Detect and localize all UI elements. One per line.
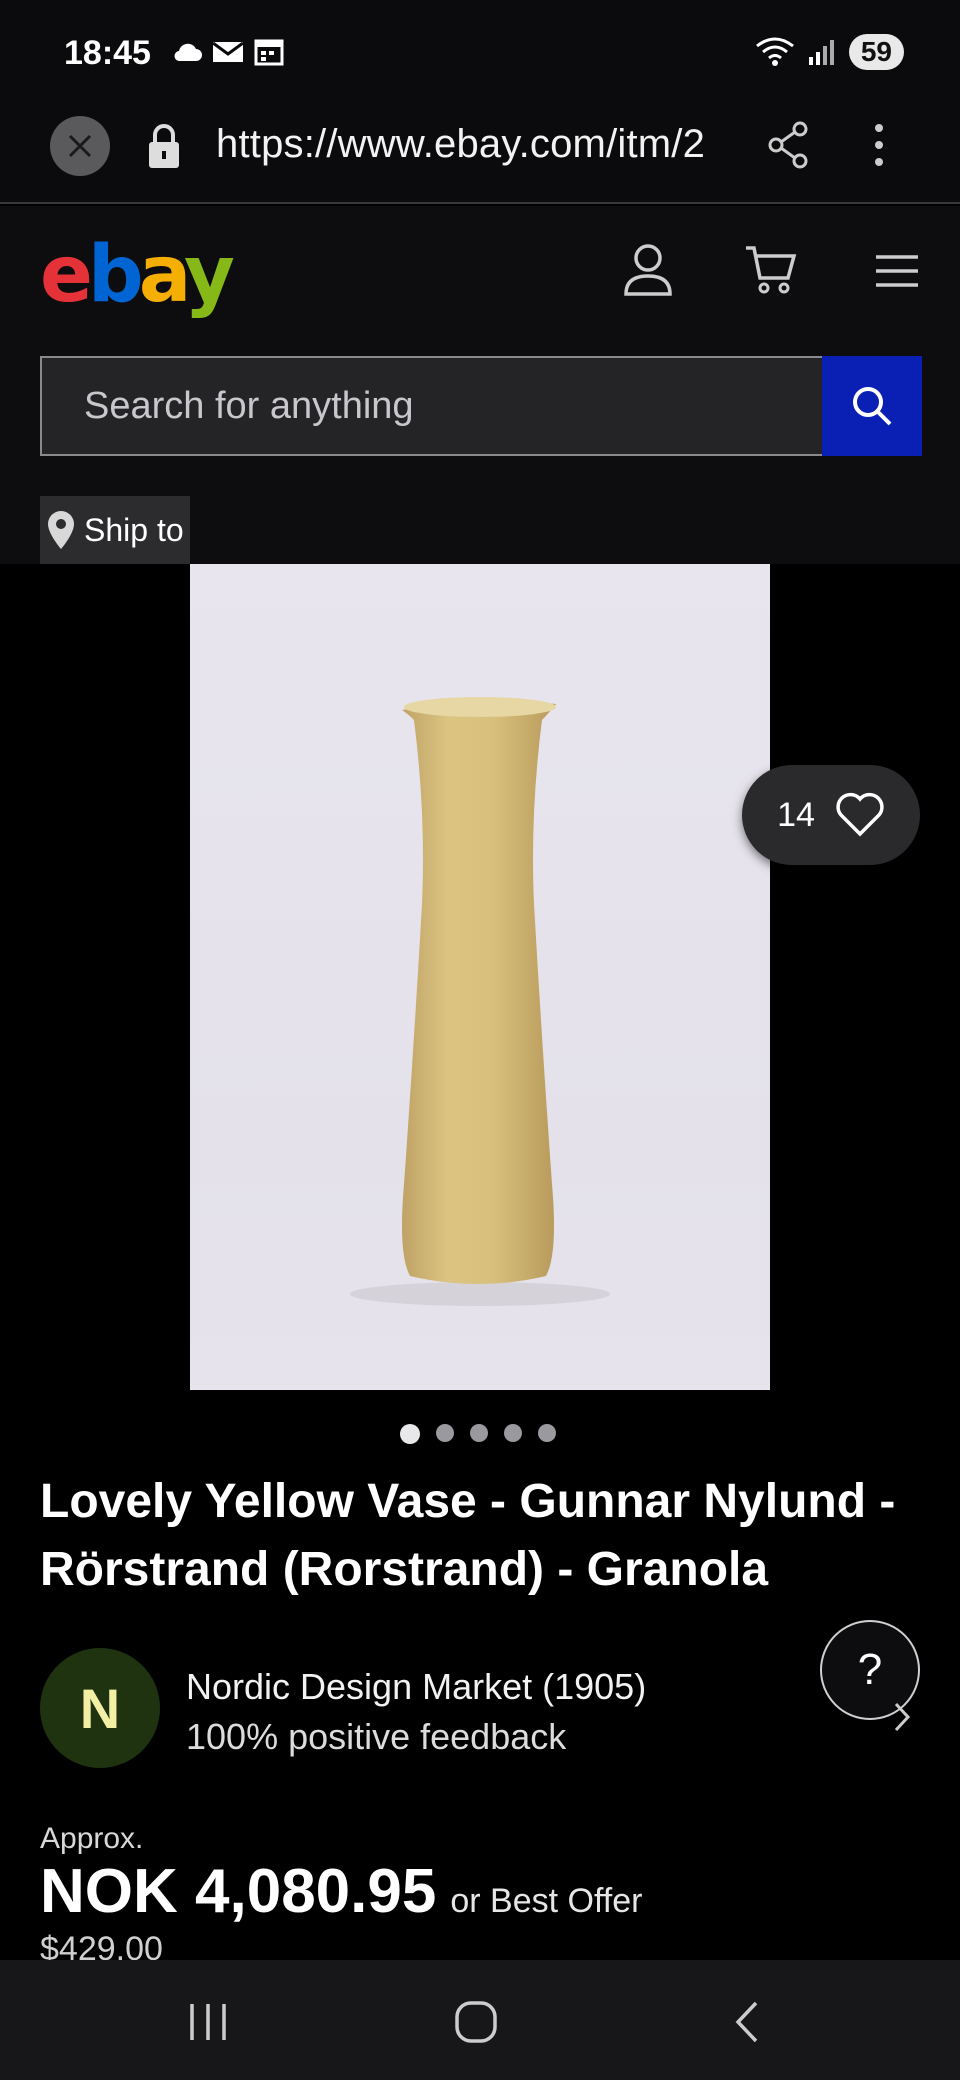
battery-indicator: 59 xyxy=(848,34,904,70)
product-image[interactable] xyxy=(190,564,770,1390)
calendar-icon xyxy=(254,39,284,66)
best-offer-label: or Best Offer xyxy=(450,1882,643,1920)
approx-label: Approx. xyxy=(40,1822,144,1855)
system-nav-bar xyxy=(0,1960,960,2080)
system-icons: 59 xyxy=(755,34,904,70)
seller-avatar: N xyxy=(40,1648,160,1768)
pagination-dot[interactable] xyxy=(470,1424,488,1442)
more-options-icon[interactable] xyxy=(866,120,892,170)
seller-info[interactable]: N Nordic Design Market (1905) 100% posit… xyxy=(40,1648,920,1768)
close-icon xyxy=(68,134,92,158)
status-bar: 18:45 59 xyxy=(0,0,960,108)
recent-apps-icon[interactable] xyxy=(186,2002,230,2042)
usd-price: $429.00 xyxy=(40,1930,163,1960)
logo-letter-y: y xyxy=(184,230,235,320)
ship-to-button[interactable]: Ship to xyxy=(40,496,190,564)
search-button[interactable] xyxy=(822,356,922,456)
search-field[interactable] xyxy=(40,356,824,456)
home-icon[interactable] xyxy=(454,2000,498,2044)
pagination-dot[interactable] xyxy=(504,1424,522,1442)
back-icon[interactable] xyxy=(732,2000,762,2044)
url-text[interactable]: https://www.ebay.com/itm/2 xyxy=(216,122,705,167)
notification-icons xyxy=(172,38,284,66)
heart-icon xyxy=(836,792,884,837)
gallery-pagination xyxy=(400,1424,556,1444)
logo-letter-e: e xyxy=(40,230,93,320)
search-input[interactable] xyxy=(42,358,824,454)
wifi-icon xyxy=(755,37,794,66)
logo-letter-a: a xyxy=(138,230,189,320)
cart-icon[interactable] xyxy=(744,242,798,298)
logo-letter-b: b xyxy=(87,230,144,320)
close-tab-button[interactable] xyxy=(50,116,110,176)
vase-illustration xyxy=(350,697,610,1306)
account-icon[interactable] xyxy=(622,242,674,298)
hamburger-menu-icon[interactable] xyxy=(874,254,920,288)
ship-to-label: Ship to xyxy=(84,511,184,548)
image-gallery xyxy=(0,564,960,1390)
product-title: Lovely Yellow Vase - Gunnar Nylund - Rör… xyxy=(40,1475,896,1596)
lock-icon[interactable] xyxy=(146,122,182,170)
signal-icon xyxy=(808,40,834,65)
chevron-right-icon[interactable] xyxy=(892,1700,912,1734)
pagination-dot[interactable] xyxy=(538,1424,556,1442)
watch-button[interactable]: 14 xyxy=(742,765,920,865)
status-time: 18:45 xyxy=(64,34,151,72)
cloud-icon xyxy=(174,43,202,62)
price-amount: NOK 4,080.95 xyxy=(40,1857,437,1926)
seller-name: Nordic Design Market (1905) xyxy=(186,1666,647,1707)
watch-count: 14 xyxy=(777,795,815,834)
search-icon xyxy=(853,387,892,426)
location-pin-icon xyxy=(48,511,74,549)
site-header: ebay Ship to xyxy=(0,206,960,564)
pagination-dot[interactable] xyxy=(436,1424,454,1442)
browser-url-bar: https://www.ebay.com/itm/2 xyxy=(0,108,960,204)
seller-feedback: 100% positive feedback xyxy=(186,1716,567,1757)
mail-icon xyxy=(212,41,244,62)
ebay-logo[interactable]: ebay xyxy=(40,230,235,320)
pagination-dot[interactable] xyxy=(400,1424,420,1444)
share-icon[interactable] xyxy=(766,120,812,170)
price-row: NOK 4,080.95 or Best Offer xyxy=(40,1856,642,1927)
